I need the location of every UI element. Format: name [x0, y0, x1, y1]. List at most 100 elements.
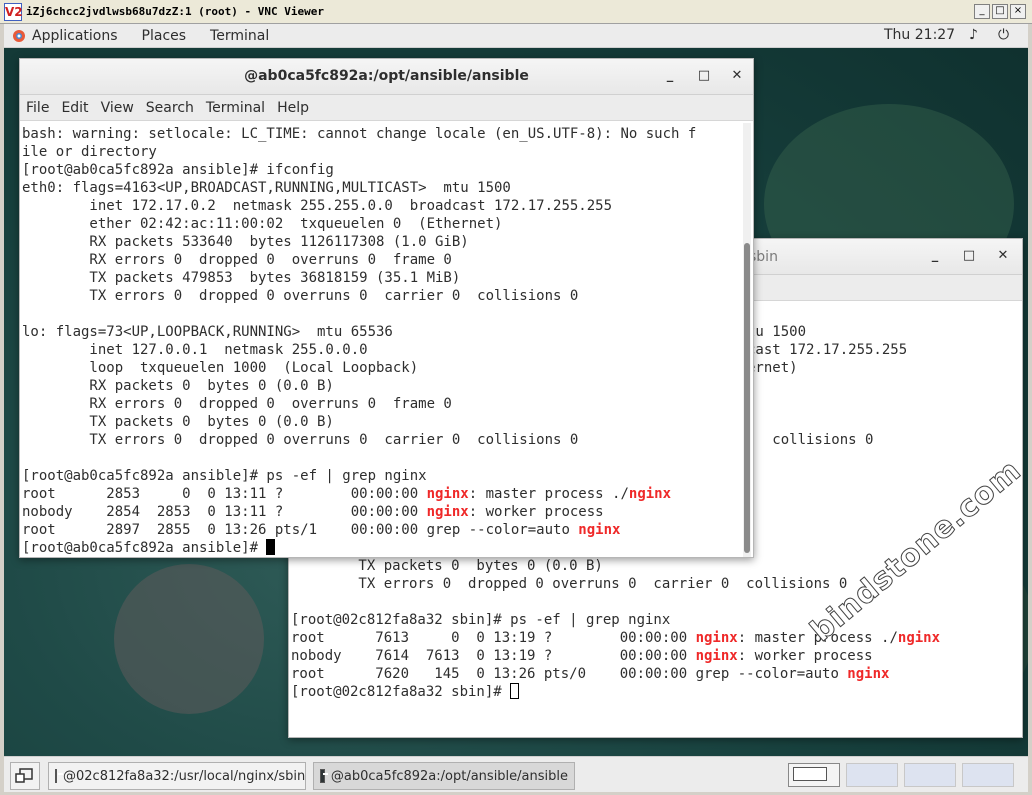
- menu-search[interactable]: Search: [140, 100, 200, 116]
- terminal-line: RX errors 0 dropped 0 overruns 0 frame 0: [22, 396, 452, 412]
- close-icon[interactable]: ✕: [995, 248, 1011, 264]
- front-terminal-window[interactable]: @ab0ca5fc892a:/opt/ansible/ansible _ □ ✕…: [19, 58, 754, 558]
- workspace-2[interactable]: [846, 763, 898, 787]
- taskbar-item-label: @02c812fa8a32:/usr/local/nginx/sbin: [63, 768, 306, 784]
- maximize-icon[interactable]: □: [696, 68, 712, 84]
- ps-row-text: root 7613 0 0 13:19 ? 00:00:00: [291, 630, 696, 646]
- terminal-cursor: [510, 683, 520, 699]
- ps-row-text: root 2897 2855 0 13:26 pts/1 00:00:00 gr…: [22, 522, 579, 538]
- terminal-line: ile or directory: [22, 144, 157, 160]
- front-scrollbar[interactable]: [743, 123, 751, 557]
- ps-output-row: root 2897 2855 0 13:26 pts/1 00:00:00 gr…: [22, 521, 696, 539]
- terminal-line: RX packets 0 bytes 0 (0.0 B): [22, 378, 334, 394]
- shell-prompt[interactable]: [root@02c812fa8a32 sbin]#: [291, 683, 940, 701]
- terminal-line-fragment: ) collisions 0: [747, 432, 874, 448]
- workspace-3[interactable]: [904, 763, 956, 787]
- ps-output-row: root 7620 145 0 13:26 pts/0 00:00:00 gre…: [291, 665, 940, 683]
- menu-terminal[interactable]: Terminal: [200, 100, 271, 116]
- workspace-window-thumb: [793, 767, 827, 781]
- terminal-line: ether 02:42:ac:11:00:02 txqueuelen 0 (Et…: [22, 216, 503, 232]
- background-shape: [114, 564, 264, 714]
- taskbar-item-ansible-terminal[interactable]: @ab0ca5fc892a:/opt/ansible/ansible: [313, 762, 575, 790]
- ps-output-row: nobody 7614 7613 0 13:19 ? 00:00:00 ngin…: [291, 647, 940, 665]
- menu-file[interactable]: File: [20, 100, 55, 116]
- volume-icon[interactable]: ♪: [969, 27, 978, 43]
- grep-match-highlight: nginx: [695, 648, 738, 664]
- terminal-icon: [320, 769, 328, 783]
- terminal-line-fragment: [747, 395, 907, 413]
- ps-row-text: : master process ./: [468, 486, 629, 502]
- grep-match-highlight: nginx: [578, 522, 621, 538]
- maximize-icon[interactable]: □: [961, 248, 977, 264]
- terminal-menu[interactable]: Terminal: [196, 28, 279, 44]
- terminal-line-fragment: cast 172.17.255.255: [747, 342, 908, 358]
- grep-match-highlight: nginx: [847, 666, 890, 682]
- prompt-text: [root@ab0ca5fc892a ansible]#: [22, 540, 267, 556]
- terminal-line: inet 127.0.0.1 netmask 255.0.0.0: [22, 342, 368, 358]
- front-window-title: @ab0ca5fc892a:/opt/ansible/ansible: [244, 68, 529, 84]
- vnc-logo-icon: V2: [4, 2, 23, 21]
- grep-match-highlight: nginx: [426, 504, 469, 520]
- vnc-maximize-button[interactable]: □: [992, 4, 1008, 19]
- menu-view[interactable]: View: [95, 100, 140, 116]
- ps-row-text: root 7620 145 0 13:26 pts/0 00:00:00 gre…: [291, 666, 848, 682]
- terminal-line: eth0: flags=4163<UP,BROADCAST,RUNNING,MU…: [22, 180, 511, 196]
- terminal-line: TX errors 0 dropped 0 overruns 0 carrier…: [22, 288, 579, 304]
- terminal-line-fragment: tu 1500: [747, 324, 807, 340]
- show-desktop-button[interactable]: [10, 762, 40, 790]
- terminal-line-fragment: ernet): [747, 360, 798, 376]
- desktop: Applications Places Terminal Thu 21:27 ♪…: [4, 24, 1028, 792]
- power-icon[interactable]: ⏻: [998, 27, 1009, 43]
- terminal-line: inet 172.17.0.2 netmask 255.255.0.0 broa…: [22, 198, 613, 214]
- ps-row-text: : worker process: [468, 504, 604, 520]
- back-terminal-partial-output: tu 1500 cast 172.17.255.255 ernet) ) colli…: [747, 323, 907, 449]
- clock[interactable]: Thu 21:27: [884, 27, 955, 43]
- vnc-window-title: iZj6chcc2jvdlwsb68u7dzZ:1 (root) - VNC V…: [26, 5, 325, 18]
- menu-edit[interactable]: Edit: [55, 100, 94, 116]
- terminal-line: loop txqueuelen 1000 (Local Loopback): [22, 360, 419, 376]
- terminal-line: RX errors 0 dropped 0 overruns 0 frame 0: [22, 252, 452, 268]
- taskbar-item-sbin-terminal[interactable]: @02c812fa8a32:/usr/local/nginx/sbin: [48, 762, 306, 790]
- ps-row-text: : worker process: [737, 648, 873, 664]
- terminal-icon: [55, 769, 63, 783]
- top-panel: Applications Places Terminal Thu 21:27 ♪…: [4, 24, 1028, 48]
- front-terminal-output[interactable]: bash: warning: setlocale: LC_TIME: canno…: [22, 125, 696, 557]
- front-window-header[interactable]: @ab0ca5fc892a:/opt/ansible/ansible _ □ ✕: [20, 59, 753, 95]
- ps-row-text: nobody 7614 7613 0 13:19 ? 00:00:00: [291, 648, 696, 664]
- minimize-icon[interactable]: _: [662, 68, 678, 84]
- terminal-line: TX packets 479853 bytes 36818159 (35.1 M…: [22, 270, 461, 286]
- workspace-4[interactable]: [962, 763, 1014, 787]
- vnc-close-button[interactable]: ×: [1010, 4, 1026, 19]
- minimize-icon[interactable]: _: [927, 248, 943, 264]
- taskbar: @02c812fa8a32:/usr/local/nginx/sbin @ab0…: [4, 756, 1028, 792]
- front-window-menubar: File Edit View Search Terminal Help: [20, 95, 753, 121]
- taskbar-item-label: @ab0ca5fc892a:/opt/ansible/ansible: [330, 768, 568, 784]
- places-menu[interactable]: Places: [128, 28, 197, 44]
- grep-match-highlight: nginx: [695, 630, 738, 646]
- close-icon[interactable]: ✕: [729, 68, 745, 84]
- terminal-line: bash: warning: setlocale: LC_TIME: canno…: [22, 126, 697, 142]
- terminal-cursor: [266, 539, 276, 555]
- grep-match-highlight: nginx: [426, 486, 469, 502]
- prompt-text: [root@02c812fa8a32 sbin]#: [291, 684, 511, 700]
- terminal-line: TX packets 0 bytes 0 (0.0 B): [22, 414, 334, 430]
- ps-output-row: root 2853 0 0 13:11 ? 00:00:00 nginx: ma…: [22, 485, 696, 503]
- terminal-line-fragment: [747, 377, 907, 395]
- menu-help[interactable]: Help: [271, 100, 315, 116]
- workspace-1[interactable]: [788, 763, 840, 787]
- terminal-line: TX packets 0 bytes 0 (0.0 B): [291, 558, 603, 574]
- ps-row-text: root 2853 0 0 13:11 ? 00:00:00: [22, 486, 427, 502]
- applications-menu[interactable]: Applications: [26, 28, 128, 44]
- terminal-line-fragment: [747, 413, 907, 431]
- grep-match-highlight: nginx: [897, 630, 941, 646]
- terminal-line: [root@ab0ca5fc892a ansible]# ifconfig: [22, 162, 334, 178]
- terminal-line: RX packets 533640 bytes 1126117308 (1.0 …: [22, 234, 469, 250]
- vnc-minimize-button[interactable]: _: [974, 4, 990, 19]
- terminal-line: TX errors 0 dropped 0 overruns 0 carrier…: [22, 432, 579, 448]
- vnc-titlebar: V2 iZj6chcc2jvdlwsb68u7dzZ:1 (root) - VN…: [0, 0, 1032, 24]
- shell-prompt[interactable]: [root@ab0ca5fc892a ansible]#: [22, 539, 696, 557]
- applications-icon: [13, 29, 25, 42]
- scrollbar-thumb[interactable]: [744, 243, 750, 553]
